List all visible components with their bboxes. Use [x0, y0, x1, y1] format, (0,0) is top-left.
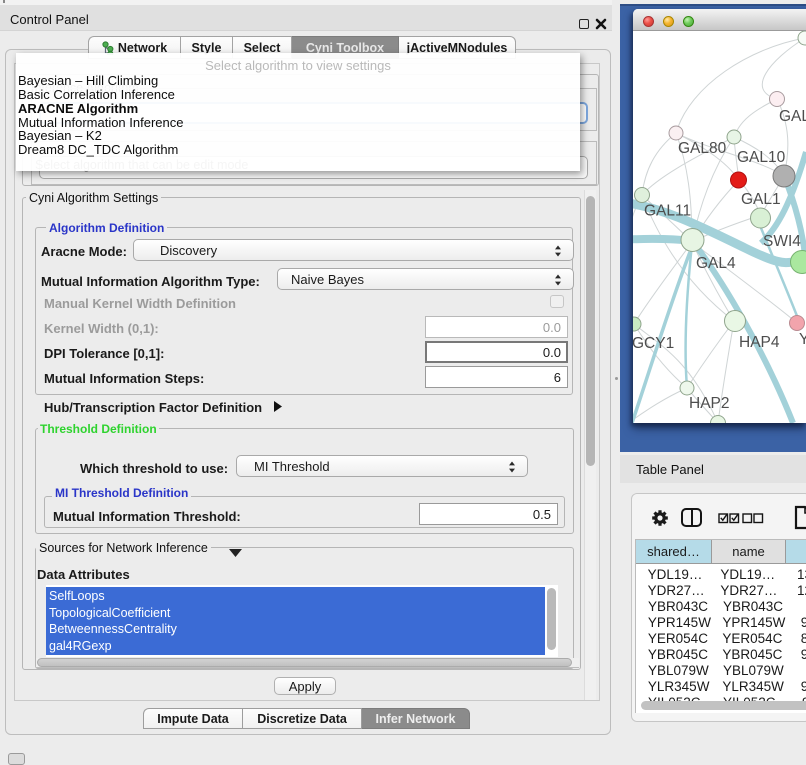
svg-text:GAL4: GAL4: [696, 255, 736, 272]
svg-text:GAL1: GAL1: [741, 191, 781, 208]
svg-text:HAP4: HAP4: [739, 334, 780, 351]
svg-text:SWI4: SWI4: [763, 233, 801, 250]
svg-text:GAL80: GAL80: [678, 140, 727, 157]
svg-text:GAL11: GAL11: [644, 203, 691, 220]
svg-text:Y: Y: [799, 331, 806, 348]
svg-text:GAL: GAL: [779, 108, 806, 125]
svg-text:GAL10: GAL10: [737, 149, 786, 166]
svg-text:HAP2: HAP2: [689, 395, 730, 412]
svg-text:GCY1: GCY1: [633, 335, 674, 352]
